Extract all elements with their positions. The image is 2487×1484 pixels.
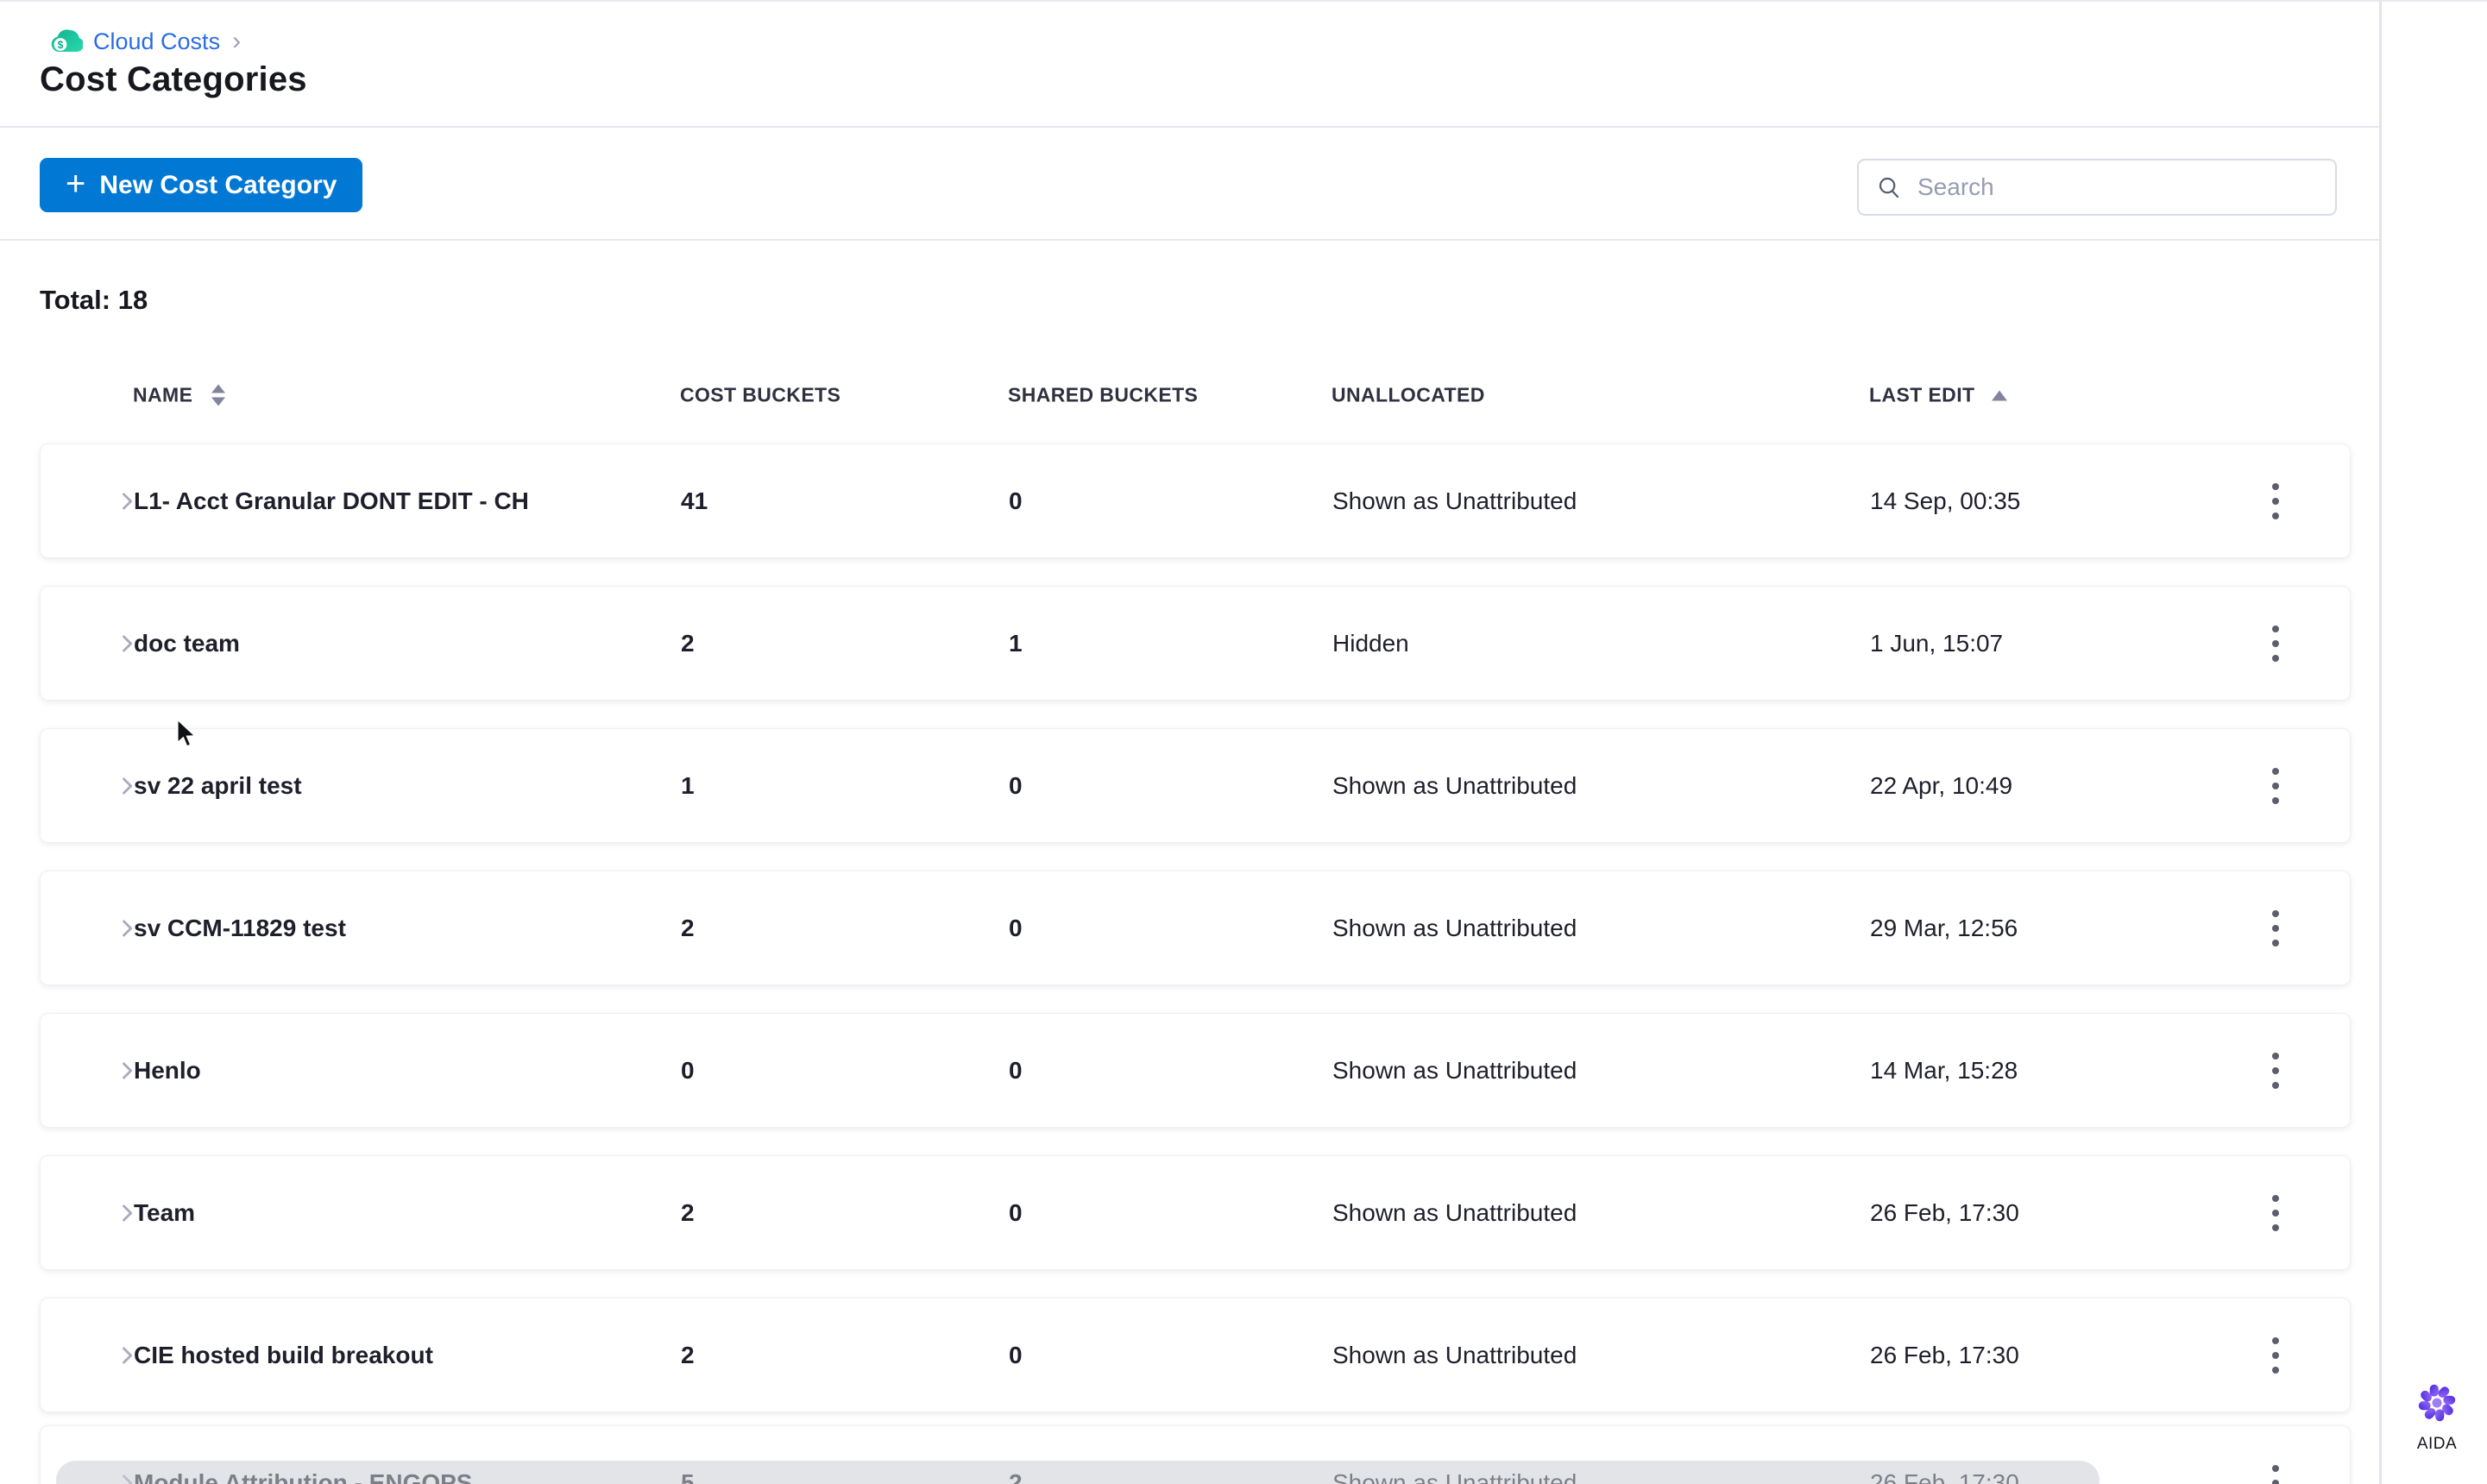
- row-last-edit: 1 Jun, 15:07: [1870, 629, 2004, 657]
- top-hairline: [0, 0, 2487, 2]
- new-cost-category-button[interactable]: + New Cost Category: [40, 158, 363, 212]
- row-menu-button[interactable]: [2257, 903, 2295, 953]
- row-unallocated: Shown as Unattributed: [1332, 1198, 1577, 1226]
- row-name: sv CCM-11829 test: [134, 914, 346, 941]
- row-name: CIE hosted build breakout: [134, 1341, 433, 1368]
- row-unallocated: Hidden: [1332, 629, 1409, 657]
- row-shared-buckets: 1: [1009, 629, 1023, 657]
- aida-icon: [2416, 1380, 2458, 1425]
- row-last-edit: 26 Feb, 17:30: [1870, 1198, 2019, 1226]
- column-header-name[interactable]: NAME: [133, 383, 226, 407]
- search-icon: [1876, 174, 1902, 200]
- column-last-edit-label: LAST EDIT: [1869, 383, 1975, 406]
- row-name: Henlo: [134, 1056, 201, 1084]
- horizontal-scrollbar-thumb[interactable]: [56, 1461, 2100, 1484]
- column-header-last-edit[interactable]: LAST EDIT: [1869, 383, 2008, 407]
- page-title: Cost Categories: [40, 60, 307, 98]
- table-row[interactable]: CIE hosted build breakout 2 0 Shown as U…: [40, 1298, 2351, 1412]
- column-header-unallocated: UNALLOCATED: [1332, 383, 1485, 406]
- content-right-divider: [2379, 0, 2382, 1484]
- row-shared-buckets: 0: [1009, 1056, 1023, 1084]
- row-last-edit: 22 Apr, 10:49: [1870, 771, 2013, 799]
- row-last-edit: 26 Feb, 17:30: [1870, 1341, 2019, 1368]
- search-box[interactable]: [1857, 159, 2337, 216]
- sort-icon-name[interactable]: [211, 384, 226, 406]
- table-row[interactable]: sv 22 april test 1 0 Shown as Unattribut…: [40, 728, 2351, 843]
- row-unallocated: Shown as Unattributed: [1332, 1056, 1577, 1084]
- row-name: doc team: [134, 629, 240, 657]
- header-divider: [0, 126, 2379, 128]
- row-shared-buckets: 0: [1009, 1198, 1023, 1226]
- row-menu-button[interactable]: [2257, 761, 2295, 811]
- table-header: NAME COST BUCKETS SHARED BUCKETS UNALLOC…: [40, 376, 2351, 414]
- row-name: Team: [134, 1198, 196, 1226]
- row-unallocated: Shown as Unattributed: [1332, 771, 1577, 799]
- row-cost-buckets: 2: [681, 914, 695, 941]
- row-cost-buckets: 2: [681, 1341, 695, 1368]
- table-row[interactable]: doc team 2 1 Hidden 1 Jun, 15:07: [40, 586, 2351, 701]
- row-menu-button[interactable]: [2257, 476, 2295, 526]
- breadcrumb: $ Cloud Costs ›: [50, 26, 241, 57]
- sort-icon-last-edit-ascending: [1992, 390, 2008, 400]
- aida-label: AIDA: [2416, 1435, 2458, 1453]
- row-cost-buckets: 41: [681, 487, 708, 514]
- table-row[interactable]: Henlo 0 0 Shown as Unattributed 14 Mar, …: [40, 1013, 2351, 1128]
- table-row[interactable]: Team 2 0 Shown as Unattributed 26 Feb, 1…: [40, 1155, 2351, 1270]
- row-cost-buckets: 2: [681, 1198, 695, 1226]
- row-shared-buckets: 0: [1009, 487, 1023, 514]
- breadcrumb-cloud-costs-link[interactable]: Cloud Costs: [93, 28, 220, 55]
- row-unallocated: Shown as Unattributed: [1332, 914, 1577, 941]
- row-menu-button[interactable]: [2257, 1046, 2295, 1096]
- row-unallocated: Shown as Unattributed: [1332, 487, 1577, 514]
- cloud-costs-icon: $: [50, 28, 83, 56]
- row-last-edit: 14 Sep, 00:35: [1870, 487, 2021, 514]
- row-name: L1- Acct Granular DONT EDIT - CH: [134, 487, 529, 514]
- aida-widget[interactable]: AIDA: [2406, 1380, 2468, 1454]
- row-shared-buckets: 0: [1009, 1341, 1023, 1368]
- toolbar-divider: [0, 239, 2379, 241]
- table-row[interactable]: sv CCM-11829 test 2 0 Shown as Unattribu…: [40, 871, 2351, 985]
- row-name: sv 22 april test: [134, 771, 302, 799]
- search-input[interactable]: [1916, 173, 2318, 202]
- total-count: Total: 18: [40, 285, 148, 316]
- row-menu-button[interactable]: [2257, 1458, 2295, 1484]
- row-menu-button[interactable]: [2257, 1188, 2295, 1238]
- breadcrumb-chevron-icon: ›: [232, 27, 242, 55]
- table-row[interactable]: L1- Acct Granular DONT EDIT - CH 41 0 Sh…: [40, 443, 2351, 558]
- row-unallocated: Shown as Unattributed: [1332, 1341, 1577, 1368]
- row-cost-buckets: 0: [681, 1056, 695, 1084]
- row-menu-button[interactable]: [2257, 1330, 2295, 1380]
- row-last-edit: 14 Mar, 15:28: [1870, 1056, 2018, 1084]
- svg-text:$: $: [58, 39, 64, 51]
- total-label: Total:: [40, 285, 111, 315]
- column-name-label: NAME: [133, 383, 193, 406]
- column-header-shared-buckets: SHARED BUCKETS: [1008, 383, 1199, 406]
- row-shared-buckets: 0: [1009, 771, 1023, 799]
- total-value: 18: [117, 285, 148, 315]
- cost-categories-page: $ Cloud Costs › Cost Categories + New Co…: [0, 0, 2487, 1484]
- column-header-cost-buckets: COST BUCKETS: [680, 383, 841, 406]
- row-menu-button[interactable]: [2257, 619, 2295, 669]
- row-last-edit: 29 Mar, 12:56: [1870, 914, 2018, 941]
- row-shared-buckets: 0: [1009, 914, 1023, 941]
- new-cost-category-label: New Cost Category: [99, 170, 337, 199]
- row-cost-buckets: 2: [681, 629, 695, 657]
- row-cost-buckets: 1: [681, 771, 695, 799]
